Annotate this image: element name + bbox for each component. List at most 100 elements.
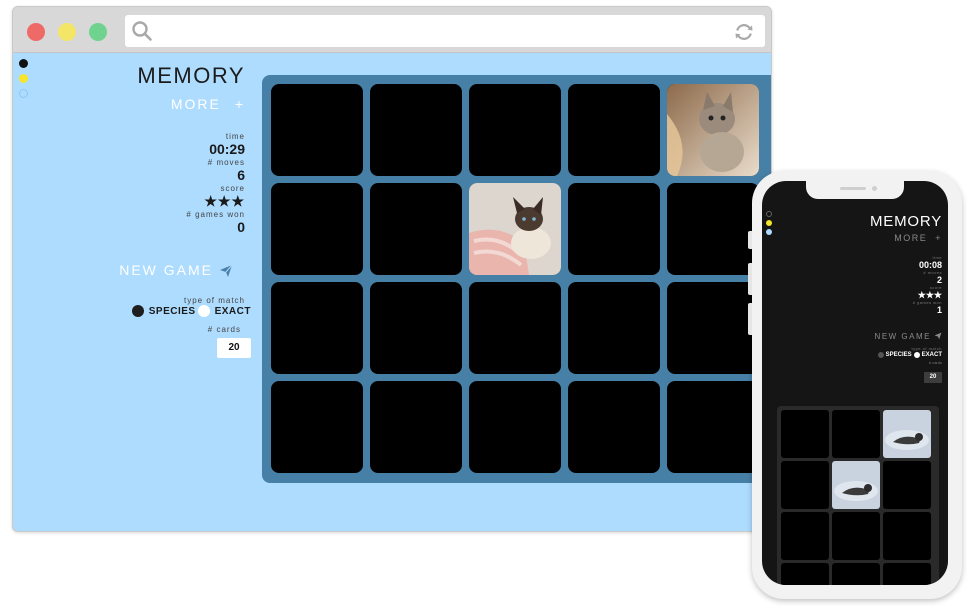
phone-memory-card[interactable] xyxy=(781,410,829,458)
score-label: score xyxy=(220,184,245,193)
phone-volume-up xyxy=(748,263,752,295)
cards-count-label: # cards xyxy=(207,325,241,334)
memory-card[interactable] xyxy=(667,381,759,473)
memory-card[interactable] xyxy=(370,84,462,176)
phone-theme-yellow-button[interactable] xyxy=(766,220,772,226)
minimize-window-button[interactable] xyxy=(58,23,76,41)
theme-picker xyxy=(19,59,29,104)
memory-card[interactable] xyxy=(469,381,561,473)
species-radio[interactable] xyxy=(131,305,144,317)
memory-card[interactable] xyxy=(271,84,363,176)
game-board xyxy=(262,75,771,483)
game-sidebar: MEMORY MORE + time 00:29 # moves 6 score … xyxy=(103,63,251,358)
memory-card[interactable] xyxy=(370,282,462,374)
phone-stats-panel: time 00:08 # moves 2 score ★★★ # games w… xyxy=(822,255,942,315)
new-game-button[interactable]: NEW GAME xyxy=(103,262,245,278)
phone-memory-card[interactable] xyxy=(781,512,829,560)
phone-score-stars: ★★★ xyxy=(917,290,942,300)
memory-card[interactable] xyxy=(271,183,363,275)
match-type-label: type of match xyxy=(183,296,245,305)
new-game-label: NEW GAME xyxy=(119,262,213,278)
phone-plus-icon: + xyxy=(935,233,942,243)
phone-memory-card[interactable] xyxy=(832,410,880,458)
score-stars: ★★★ xyxy=(204,193,245,209)
time-label: time xyxy=(225,132,245,141)
match-type-options: SPECIES EXACT xyxy=(103,305,251,317)
phone-new-game-button[interactable]: NEW GAME xyxy=(822,332,942,341)
browser-window: MEMORY MORE + time 00:29 # moves 6 score … xyxy=(12,6,772,532)
memory-card[interactable] xyxy=(271,381,363,473)
memory-card[interactable] xyxy=(568,381,660,473)
memory-card-revealed[interactable] xyxy=(469,183,561,275)
memory-card-revealed[interactable] xyxy=(667,84,759,176)
memory-card[interactable] xyxy=(469,282,561,374)
stage: MEMORY MORE + time 00:29 # moves 6 score … xyxy=(0,0,973,608)
maximize-window-button[interactable] xyxy=(89,23,107,41)
memory-card[interactable] xyxy=(370,183,462,275)
phone-memory-card[interactable] xyxy=(781,563,829,585)
moves-label: # moves xyxy=(207,158,245,167)
theme-light-button[interactable] xyxy=(19,89,28,98)
phone-exact-radio[interactable] xyxy=(913,352,920,358)
phone-memory-card[interactable] xyxy=(883,461,931,509)
address-bar[interactable] xyxy=(125,15,765,47)
phone-page-title: MEMORY xyxy=(869,213,942,230)
phone-cards-count-input[interactable]: 20 xyxy=(924,372,942,383)
phone-game-board xyxy=(777,406,939,585)
phone-more-button[interactable]: MORE + xyxy=(822,233,942,243)
phone-exact-label: EXACT xyxy=(921,352,942,358)
cards-count-input[interactable]: 20 xyxy=(217,338,251,358)
time-value: 00:29 xyxy=(209,141,245,157)
phone-more-label: MORE xyxy=(894,233,928,243)
page-title: MEMORY xyxy=(137,63,245,88)
phone-memory-card[interactable] xyxy=(883,563,931,585)
paper-plane-icon xyxy=(220,264,233,277)
phone-species-radio[interactable] xyxy=(877,352,884,358)
moves-value: 6 xyxy=(237,167,245,183)
phone-memory-card[interactable] xyxy=(832,512,880,560)
phone-notch xyxy=(806,181,904,199)
memory-card[interactable] xyxy=(568,183,660,275)
exact-radio[interactable] xyxy=(197,305,210,317)
phone-moves-value: 2 xyxy=(936,275,942,285)
memory-card[interactable] xyxy=(271,282,363,374)
memory-card[interactable] xyxy=(568,282,660,374)
phone-memory-card[interactable] xyxy=(781,461,829,509)
memory-card[interactable] xyxy=(568,84,660,176)
close-window-button[interactable] xyxy=(27,23,45,41)
memory-card[interactable] xyxy=(370,381,462,473)
phone-theme-dark-button[interactable] xyxy=(766,211,772,217)
games-won-value: 0 xyxy=(237,219,245,235)
phone-memory-card[interactable] xyxy=(832,563,880,585)
phone-new-game-label: NEW GAME xyxy=(874,332,931,341)
theme-dark-button[interactable] xyxy=(19,59,28,68)
phone-memory-card-revealed[interactable] xyxy=(883,410,931,458)
phone-mockup: MEMORY MORE + time 00:08 # moves 2 score … xyxy=(748,171,962,599)
phone-volume-down xyxy=(748,303,752,335)
phone-memory-card[interactable] xyxy=(883,512,931,560)
exact-label: EXACT xyxy=(214,305,251,317)
more-button[interactable]: MORE + xyxy=(103,96,245,112)
phone-memory-card-revealed[interactable] xyxy=(832,461,880,509)
phone-paper-plane-icon xyxy=(934,332,942,340)
phone-species-label: SPECIES xyxy=(885,352,912,358)
phone-sidebar: MEMORY MORE + time 00:08 # moves 2 score … xyxy=(822,213,942,383)
stats-panel: time 00:29 # moves 6 score ★★★ # games w… xyxy=(103,132,245,235)
reload-icon[interactable] xyxy=(733,21,755,43)
phone-theme-picker xyxy=(766,211,772,238)
phone-theme-light-button[interactable] xyxy=(766,229,772,235)
phone-screen: MEMORY MORE + time 00:08 # moves 2 score … xyxy=(762,181,948,585)
species-label: SPECIES xyxy=(148,305,196,317)
otter-photo xyxy=(832,461,880,509)
phone-match-type-options: SPECIES EXACT xyxy=(822,352,942,358)
memory-card[interactable] xyxy=(667,282,759,374)
theme-yellow-button[interactable] xyxy=(19,74,28,83)
memory-card[interactable] xyxy=(469,84,561,176)
phone-games-won-value: 1 xyxy=(936,305,942,315)
otter-photo xyxy=(883,410,931,458)
memory-card[interactable] xyxy=(667,183,759,275)
games-won-label: # games won xyxy=(186,210,245,219)
kitten-siamese-photo xyxy=(469,183,561,275)
phone-time-value: 00:08 xyxy=(918,260,942,270)
search-icon xyxy=(131,20,153,42)
